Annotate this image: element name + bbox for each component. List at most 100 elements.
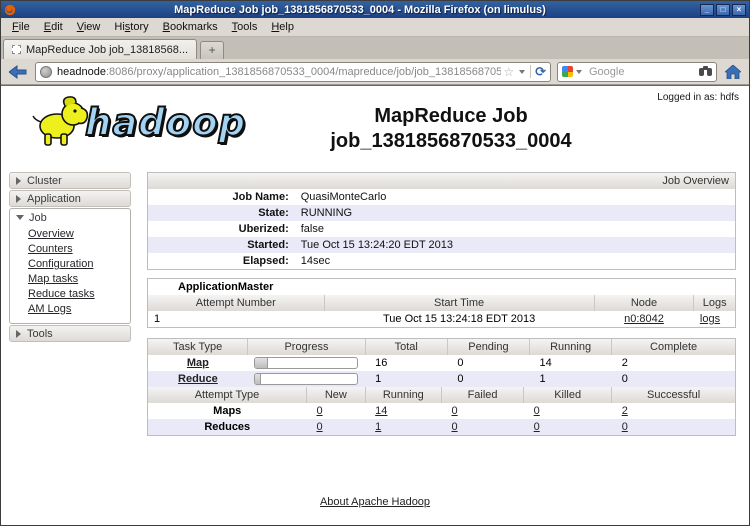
reload-icon[interactable]: ⟳ (530, 65, 546, 78)
map-progress-bar (254, 357, 358, 369)
sidebar-item-configuration[interactable]: Configuration (28, 257, 130, 271)
sidebar-item-am-logs[interactable]: AM Logs (28, 302, 130, 316)
column-header: Attempt Type (148, 387, 306, 403)
navigation-toolbar: headnode:8086/proxy/application_13818568… (1, 59, 749, 85)
table-row: Reduce 1 0 1 0 (148, 371, 735, 387)
logs-link[interactable]: logs (700, 313, 720, 325)
page-footer: About Apache Hadoop (1, 496, 749, 508)
close-button[interactable]: × (732, 4, 746, 16)
maps-running-link[interactable]: 14 (375, 405, 387, 417)
site-globe-icon (40, 66, 52, 78)
reduce-progress-bar (254, 373, 358, 385)
menu-view[interactable]: View (70, 19, 108, 35)
column-header: Failed (441, 387, 523, 403)
maximize-button[interactable]: □ (716, 4, 730, 16)
menu-bar: File Edit View History Bookmarks Tools H… (1, 18, 749, 37)
search-go-icon[interactable] (699, 66, 712, 77)
job-overview-table: Job Overview Job Name:QuasiMonteCarlo St… (147, 172, 736, 270)
column-header: Killed (524, 387, 612, 403)
menu-help[interactable]: Help (264, 19, 301, 35)
sidebar-section-job[interactable]: Job (10, 209, 130, 226)
page-header: hadoop MapReduce Job job_1381856870533_0… (1, 86, 749, 172)
column-header: New (306, 387, 365, 403)
column-header: Successful (612, 387, 735, 403)
sidebar-item-map-tasks[interactable]: Map tasks (28, 272, 130, 286)
browser-window: MapReduce Job job_1381856870533_0004 - M… (0, 0, 750, 526)
reduces-running-link[interactable]: 1 (375, 421, 381, 433)
sidebar-item-counters[interactable]: Counters (28, 242, 130, 256)
google-engine-icon (562, 66, 573, 77)
reduces-successful-link[interactable]: 0 (622, 421, 628, 433)
column-header: Pending (447, 339, 529, 355)
map-tasks-link[interactable]: Map (187, 357, 209, 369)
column-header: Node (594, 295, 694, 311)
bookmark-star-icon[interactable]: ☆ (503, 65, 514, 79)
menu-bookmarks[interactable]: Bookmarks (156, 19, 225, 35)
table-row: Elapsed:14sec (148, 253, 735, 269)
sidebar-section-tools[interactable]: Tools (9, 325, 131, 342)
menu-file[interactable]: File (5, 19, 37, 35)
back-arrow-icon (9, 65, 27, 79)
url-dropdown-icon[interactable] (519, 70, 525, 74)
chevron-right-icon (16, 195, 21, 203)
search-input[interactable]: Google (589, 66, 699, 78)
sidebar-nav: Cluster Application Job Overview Counter… (9, 172, 131, 343)
menu-edit[interactable]: Edit (37, 19, 70, 35)
application-master-title: ApplicationMaster (148, 279, 735, 295)
main-panel: Job Overview Job Name:QuasiMonteCarlo St… (147, 172, 736, 444)
sidebar-section-application[interactable]: Application (9, 190, 131, 207)
table-row: Maps 0 14 0 0 2 (148, 403, 735, 419)
tab-label: MapReduce Job job_13818568... (26, 44, 188, 56)
column-header: Start Time (324, 295, 594, 311)
reduces-new-link[interactable]: 0 (316, 421, 322, 433)
column-header: Running (530, 339, 612, 355)
window-titlebar: MapReduce Job job_1381856870533_0004 - M… (1, 1, 749, 18)
reduce-tasks-link[interactable]: Reduce (178, 373, 218, 385)
home-button[interactable] (723, 63, 743, 81)
table-row: Started:Tue Oct 15 13:24:20 EDT 2013 (148, 237, 735, 253)
column-header: Attempt Number (148, 295, 324, 311)
chevron-right-icon (16, 177, 21, 185)
new-tab-button[interactable]: + (200, 41, 224, 59)
table-row: 1 Tue Oct 15 13:24:18 EDT 2013 n0:8042 l… (148, 311, 735, 327)
table-row: Reduces 0 1 0 0 0 (148, 419, 735, 435)
url-bar[interactable]: headnode:8086/proxy/application_13818568… (35, 62, 551, 82)
sidebar-section-cluster[interactable]: Cluster (9, 172, 131, 189)
chevron-down-icon (16, 215, 24, 220)
reduces-killed-link[interactable]: 0 (534, 421, 540, 433)
maps-killed-link[interactable]: 0 (534, 405, 540, 417)
minimize-button[interactable]: _ (700, 4, 714, 16)
tab-bar: MapReduce Job job_13818568... + (1, 37, 749, 59)
search-box[interactable]: Google (557, 62, 717, 82)
page-title: MapReduce Job job_1381856870533_0004 (151, 104, 749, 154)
column-header: Running (365, 387, 441, 403)
job-overview-header: Job Overview (148, 173, 735, 189)
chevron-right-icon (16, 330, 21, 338)
active-tab[interactable]: MapReduce Job job_13818568... (3, 39, 197, 59)
column-header: Total (365, 339, 447, 355)
firefox-icon (4, 4, 16, 16)
tasks-table: Task Type Progress Total Pending Running… (147, 338, 736, 436)
maps-new-link[interactable]: 0 (316, 405, 322, 417)
table-row: Job Name:QuasiMonteCarlo (148, 189, 735, 205)
menu-history[interactable]: History (107, 19, 155, 35)
back-button[interactable] (7, 63, 29, 81)
application-master-table: ApplicationMaster Attempt Number Start T… (147, 278, 736, 328)
page-content: Logged in as: hdfs hadoop MapReduce Job … (1, 85, 749, 525)
table-row: Uberized:false (148, 221, 735, 237)
about-hadoop-link[interactable]: About Apache Hadoop (320, 496, 430, 508)
table-row: State:RUNNING (148, 205, 735, 221)
column-header: Complete (612, 339, 735, 355)
maps-successful-link[interactable]: 2 (622, 405, 628, 417)
maps-failed-link[interactable]: 0 (451, 405, 457, 417)
window-title: MapReduce Job job_1381856870533_0004 - M… (20, 4, 700, 16)
sidebar-item-overview[interactable]: Overview (28, 227, 130, 241)
sidebar-item-reduce-tasks[interactable]: Reduce tasks (28, 287, 130, 301)
column-header: Progress (248, 339, 365, 355)
column-header: Task Type (148, 339, 248, 355)
node-link[interactable]: n0:8042 (624, 313, 664, 325)
search-engine-dropdown-icon[interactable] (576, 70, 582, 74)
url-text[interactable]: headnode:8086/proxy/application_13818568… (57, 66, 501, 78)
reduces-failed-link[interactable]: 0 (451, 421, 457, 433)
menu-tools[interactable]: Tools (225, 19, 265, 35)
